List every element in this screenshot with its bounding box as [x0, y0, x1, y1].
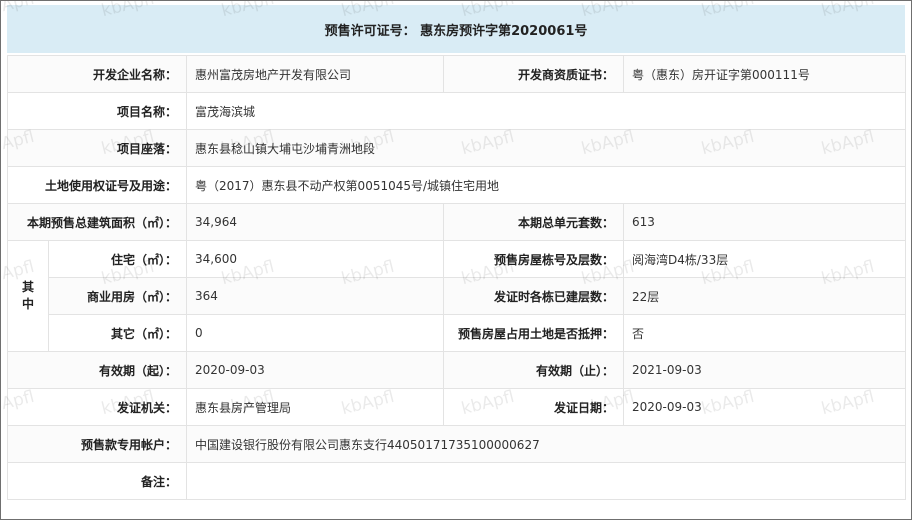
- built-floors-value: 22层: [623, 277, 907, 315]
- qizhong-text: 其 中: [21, 280, 34, 311]
- valid-to-value: 2021-09-03: [623, 351, 907, 389]
- valid-from-label: 有效期（起）：: [6, 351, 188, 389]
- total-units-value: 613: [623, 203, 907, 241]
- account-value: 中国建设银行股份有限公司惠东支行44050171735100000627: [186, 425, 907, 463]
- building-floors-label: 预售房屋栋号及层数：: [443, 240, 625, 278]
- valid-from-value: 2020-09-03: [186, 351, 445, 389]
- table-row: 发证机关： 惠东县房产管理局 发证日期： 2020-09-03: [6, 388, 907, 426]
- table-row: 本期预售总建筑面积（㎡）： 34,964 本期总单元套数： 613: [6, 203, 907, 241]
- developer-value: 惠州富茂房地产开发有限公司: [186, 55, 445, 93]
- land-use-label: 土地使用权证号及用途：: [6, 166, 188, 204]
- issue-date-label: 发证日期：: [443, 388, 625, 426]
- project-name-label: 项目名称：: [6, 92, 188, 130]
- built-floors-label: 发证时各栋已建层数：: [443, 277, 625, 315]
- mortgaged-value: 否: [623, 314, 907, 352]
- table-row: 开发企业名称： 惠州富茂房地产开发有限公司 开发商资质证书： 粤（惠东）房开证字…: [6, 55, 907, 93]
- permit-title: 预售许可证号： 惠东房预许字第2020061号: [7, 5, 905, 53]
- permit-frame: 预售许可证号： 惠东房预许字第2020061号 开发企业名称： 惠州富茂房地产开…: [0, 0, 912, 520]
- total-area-value: 34,964: [186, 203, 445, 241]
- qualification-value: 粤（惠东）房开证字第000111号: [623, 55, 907, 93]
- residential-label: 住宅（㎡）：: [47, 240, 188, 278]
- remarks-value: [186, 462, 907, 500]
- table-row: 其它（㎡）： 0 预售房屋占用土地是否抵押： 否: [8, 314, 907, 352]
- table-row: 有效期（起）： 2020-09-03 有效期（止）： 2021-09-03: [6, 351, 907, 389]
- residential-value: 34,600: [186, 240, 445, 278]
- qualification-label: 开发商资质证书：: [443, 55, 625, 93]
- building-floors-value: 阅海湾D4栋/33层: [623, 240, 907, 278]
- mortgaged-label: 预售房屋占用土地是否抵押：: [443, 314, 625, 352]
- table-row: 备注：: [6, 462, 907, 500]
- issuer-label: 发证机关：: [6, 388, 188, 426]
- commercial-label: 商业用房（㎡）：: [47, 277, 188, 315]
- other-label: 其它（㎡）：: [47, 314, 188, 352]
- qizhong-label: 其 中: [7, 240, 49, 352]
- table-row: 项目名称： 富茂海滨城: [6, 92, 907, 130]
- issuer-value: 惠东县房产管理局: [186, 388, 445, 426]
- developer-label: 开发企业名称：: [6, 55, 188, 93]
- table-row: 土地使用权证号及用途： 粤（2017）惠东县不动产权第0051045号/城镇住宅…: [6, 166, 907, 204]
- other-value: 0: [186, 314, 445, 352]
- table-row: 商业用房（㎡）： 364 发证时各栋已建层数： 22层: [8, 277, 907, 315]
- total-area-label: 本期预售总建筑面积（㎡）：: [6, 203, 188, 241]
- account-label: 预售款专用帐户：: [6, 425, 188, 463]
- commercial-value: 364: [186, 277, 445, 315]
- project-location-value: 惠东县稔山镇大埔屯沙埔青洲地段: [186, 129, 907, 167]
- table-row: 项目座落： 惠东县稔山镇大埔屯沙埔青洲地段: [6, 129, 907, 167]
- project-location-label: 项目座落：: [6, 129, 188, 167]
- permit-info-table: 开发企业名称： 惠州富茂房地产开发有限公司 开发商资质证书： 粤（惠东）房开证字…: [6, 55, 907, 500]
- issue-date-value: 2020-09-03: [623, 388, 907, 426]
- table-row: 其 中 住宅（㎡）： 34,600 预售房屋栋号及层数： 阅海湾D4栋/33层: [7, 240, 907, 352]
- table-row: 预售款专用帐户： 中国建设银行股份有限公司惠东支行440501717351000…: [6, 425, 907, 463]
- total-units-label: 本期总单元套数：: [443, 203, 625, 241]
- remarks-label: 备注：: [6, 462, 188, 500]
- land-use-value: 粤（2017）惠东县不动产权第0051045号/城镇住宅用地: [186, 166, 907, 204]
- valid-to-label: 有效期（止）：: [443, 351, 625, 389]
- project-name-value: 富茂海滨城: [186, 92, 907, 130]
